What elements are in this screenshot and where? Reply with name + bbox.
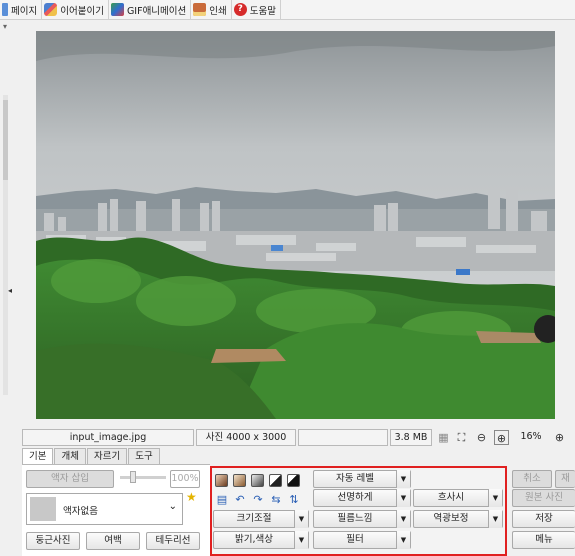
- film-feel-label: 필름느낌: [337, 513, 373, 524]
- auto-level-label: 자동 레벨: [336, 473, 374, 484]
- photo-canvas[interactable]: [36, 31, 555, 419]
- sharpen-dropdown[interactable]: 선명하게 ▼: [313, 489, 411, 507]
- zoom-actual-icon[interactable]: ⊕: [494, 430, 509, 445]
- star-icon[interactable]: ★: [186, 490, 197, 504]
- tab-basic[interactable]: 기본: [22, 448, 54, 464]
- border-button[interactable]: 테두리선: [146, 532, 200, 550]
- status-filename: input_image.jpg: [22, 429, 194, 446]
- zoom-level: 16%: [520, 431, 542, 442]
- toolbar-merge[interactable]: 이어붙이기: [42, 0, 109, 20]
- gif-icon: [110, 3, 124, 16]
- dropdown-arrow-icon[interactable]: ▼: [396, 470, 410, 488]
- original-photo-button[interactable]: 원본 사진: [512, 489, 575, 507]
- fit-screen-icon[interactable]: ⛶: [454, 430, 469, 445]
- tone-gray-icon[interactable]: [251, 474, 264, 487]
- auto-level-dropdown[interactable]: 자동 레벨 ▼: [313, 470, 411, 488]
- resize-label: 크기조절: [236, 513, 272, 524]
- toolbar-print-label: 인쇄: [209, 5, 227, 17]
- frame-select[interactable]: 액자없음 ⌄: [26, 493, 183, 525]
- dropdown-arrow-icon[interactable]: ▼: [488, 489, 502, 507]
- tone-bw-icon[interactable]: [269, 474, 282, 487]
- tab-object[interactable]: 개체: [54, 448, 86, 464]
- status-spacer: [298, 429, 388, 446]
- dropdown-arrow-icon[interactable]: ▼: [488, 510, 502, 528]
- help-icon: ?: [233, 3, 247, 16]
- tab-crop[interactable]: 자르기: [86, 448, 128, 464]
- film-feel-dropdown[interactable]: 필름느낌 ▼: [313, 510, 411, 528]
- toolbar-help-label: 도움말: [249, 5, 276, 17]
- status-bar: input_image.jpg 사진 4000 x 3000 3.8 MB ▦ …: [22, 429, 575, 446]
- tone-warm-icon[interactable]: [215, 474, 228, 487]
- dropdown-arrow-icon[interactable]: ▼: [294, 510, 308, 528]
- toolbar-gif[interactable]: GIF애니메이션: [109, 0, 192, 20]
- page-icon: [2, 3, 8, 16]
- dropdown-arrow-icon[interactable]: ▼: [294, 531, 308, 549]
- status-filesize: 3.8 MB: [390, 429, 432, 446]
- flip-vertical-icon[interactable]: ⇅: [287, 493, 301, 507]
- cancel-button[interactable]: 취소: [512, 470, 552, 488]
- collapse-arrow-icon[interactable]: ◂: [8, 286, 12, 295]
- brightness-dropdown[interactable]: 밝기,색상 ▼: [213, 531, 309, 549]
- menu-button[interactable]: 메뉴: [512, 531, 575, 549]
- tone-sepia-icon[interactable]: [233, 474, 246, 487]
- print-icon: [193, 3, 207, 16]
- transparency-icon[interactable]: ▦: [436, 430, 451, 445]
- margin-button[interactable]: 여백: [86, 532, 140, 550]
- scrollbar-thumb[interactable]: [3, 100, 8, 180]
- toolbar-page-label: 페이지: [11, 5, 38, 17]
- filter-label: 필터: [346, 534, 364, 545]
- blur-dropdown[interactable]: 흐사시 ▼: [413, 489, 503, 507]
- landscape-photo: [36, 31, 555, 419]
- backlight-dropdown[interactable]: 역광보정 ▼: [413, 510, 503, 528]
- chevron-down-icon[interactable]: ▾: [3, 22, 7, 31]
- toolbar-merge-label: 이어붙이기: [60, 5, 104, 17]
- tone-contrast-icon[interactable]: [287, 474, 300, 487]
- image-icon[interactable]: ▤: [215, 493, 229, 507]
- toolbar-print[interactable]: 인쇄: [191, 0, 232, 20]
- round-photo-button[interactable]: 둥근사진: [26, 532, 80, 550]
- rotate-right-icon[interactable]: ↷: [251, 493, 265, 507]
- redo-button[interactable]: 재: [555, 470, 575, 488]
- frame-thumbnail: [30, 497, 56, 521]
- zoom-in-icon[interactable]: ⊕: [552, 430, 567, 445]
- tab-tools[interactable]: 도구: [128, 448, 160, 464]
- resize-dropdown[interactable]: 크기조절 ▼: [213, 510, 309, 528]
- pencil-icon: [44, 3, 58, 16]
- frame-slider-track[interactable]: [120, 476, 166, 479]
- frame-select-value: 액자없음: [63, 506, 98, 517]
- backlight-label: 역광보정: [433, 513, 469, 524]
- top-toolbar: 페이지 이어붙이기 GIF애니메이션 인쇄 ? 도움말: [0, 0, 575, 20]
- chevron-down-icon: ⌄: [168, 501, 177, 512]
- left-side-strip: ▾ ◂: [0, 20, 22, 446]
- frame-percent-field[interactable]: 100%: [170, 470, 200, 488]
- zoom-out-icon[interactable]: ⊖: [474, 430, 489, 445]
- dropdown-arrow-icon[interactable]: ▼: [396, 531, 410, 549]
- sharpen-label: 선명하게: [337, 492, 373, 503]
- panel-tabs: 기본 개체 자르기 도구: [22, 448, 161, 464]
- toolbar-help[interactable]: ? 도움말: [232, 0, 281, 20]
- frame-insert-button[interactable]: 액자 삽입: [26, 470, 114, 488]
- flip-horizontal-icon[interactable]: ⇆: [269, 493, 283, 507]
- dropdown-arrow-icon[interactable]: ▼: [396, 510, 410, 528]
- toolbar-page[interactable]: 페이지: [0, 0, 43, 20]
- save-button[interactable]: 저장: [512, 510, 575, 528]
- frame-slider-thumb[interactable]: [130, 471, 136, 483]
- filter-dropdown[interactable]: 필터 ▼: [313, 531, 411, 549]
- brightness-label: 밝기,색상: [235, 534, 273, 545]
- toolbar-gif-label: GIF애니메이션: [126, 5, 187, 17]
- blur-label: 흐사시: [437, 492, 465, 503]
- rotate-left-icon[interactable]: ↶: [233, 493, 247, 507]
- dropdown-arrow-icon[interactable]: ▼: [396, 489, 410, 507]
- status-dimensions: 사진 4000 x 3000: [196, 429, 296, 446]
